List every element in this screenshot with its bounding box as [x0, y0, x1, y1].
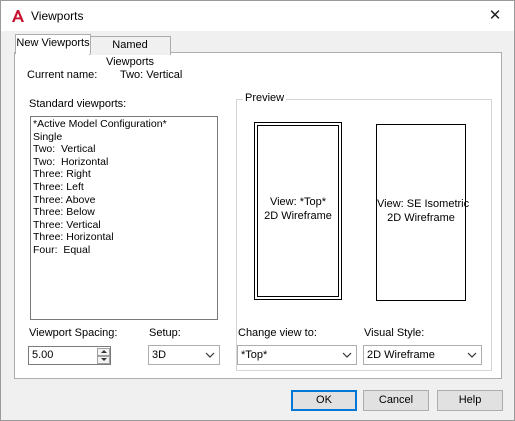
close-icon: ✕: [488, 7, 502, 24]
current-name-label: Current name:: [27, 69, 98, 81]
help-button[interactable]: Help: [437, 390, 503, 411]
setup-value: 3D: [152, 349, 167, 361]
title-bar[interactable]: Viewports ✕: [1, 1, 514, 31]
preview-viewport-right[interactable]: View: SE Isometric 2D Wireframe: [376, 124, 470, 301]
preview-viewport-right-text: View: SE Isometric 2D Wireframe: [377, 197, 470, 225]
list-item[interactable]: *Active Model Configuration*: [33, 118, 217, 131]
tab-new-viewports[interactable]: New Viewports: [15, 34, 91, 54]
list-item[interactable]: Three: Right: [33, 168, 217, 181]
chevron-down-icon: [205, 352, 215, 358]
autocad-a-icon: [12, 10, 24, 22]
chevron-down-icon: [342, 352, 352, 358]
preview-viewport-left-text: View: *Top* 2D Wireframe: [255, 195, 341, 223]
setup-dropdown[interactable]: 3D: [148, 345, 220, 365]
list-item[interactable]: Three: Horizontal: [33, 231, 217, 244]
list-item[interactable]: Three: Left: [33, 181, 217, 194]
change-view-label: Change view to:: [238, 327, 317, 339]
standard-viewports-list[interactable]: *Active Model Configuration* Single Two:…: [30, 116, 218, 320]
preview-view-name: View: *Top*: [269, 196, 327, 208]
list-item[interactable]: Two: Vertical: [33, 143, 217, 156]
visual-style-label: Visual Style:: [364, 327, 425, 339]
list-item[interactable]: Two: Horizontal: [33, 156, 217, 169]
list-item[interactable]: Three: Below: [33, 206, 217, 219]
chevron-down-icon: [467, 352, 477, 358]
change-view-dropdown[interactable]: *Top*: [237, 345, 357, 365]
list-item[interactable]: Single: [33, 131, 217, 144]
preview-visual-style: 2D Wireframe: [387, 212, 455, 224]
viewport-spacing-value[interactable]: 5.00: [32, 349, 53, 361]
preview-label: Preview: [243, 92, 287, 104]
standard-viewports-label: Standard viewports:: [29, 98, 127, 110]
preview-viewport-left[interactable]: View: *Top* 2D Wireframe: [254, 122, 342, 300]
spin-up-button[interactable]: [97, 348, 110, 356]
visual-style-value: 2D Wireframe: [367, 349, 435, 361]
ok-button[interactable]: OK: [291, 390, 357, 411]
close-button[interactable]: ✕: [483, 5, 507, 27]
viewport-spacing-stepper[interactable]: 5.00: [28, 346, 111, 365]
list-item[interactable]: Three: Vertical: [33, 219, 217, 232]
new-viewports-panel: Current name: Two: Vertical Standard vie…: [14, 52, 502, 379]
window-title: Viewports: [31, 9, 84, 23]
list-item[interactable]: Four: Equal: [33, 244, 217, 257]
tab-named-viewports[interactable]: Named Viewports: [89, 36, 171, 68]
viewports-dialog: Viewports ✕ New Viewports Named Viewport…: [0, 0, 515, 421]
spin-down-button[interactable]: [97, 356, 110, 364]
list-item[interactable]: Three: Above: [33, 194, 217, 207]
preview-view-name: View: SE Isometric: [377, 198, 470, 210]
preview-visual-style: 2D Wireframe: [264, 210, 332, 222]
cancel-button[interactable]: Cancel: [363, 390, 429, 411]
viewport-spacing-label: Viewport Spacing:: [29, 327, 118, 339]
spinner-buttons: [97, 348, 110, 364]
setup-label: Setup:: [149, 327, 181, 339]
visual-style-dropdown[interactable]: 2D Wireframe: [363, 345, 482, 365]
arrow-down-icon: [101, 358, 107, 361]
arrow-up-icon: [101, 350, 107, 353]
change-view-value: *Top*: [241, 349, 268, 361]
